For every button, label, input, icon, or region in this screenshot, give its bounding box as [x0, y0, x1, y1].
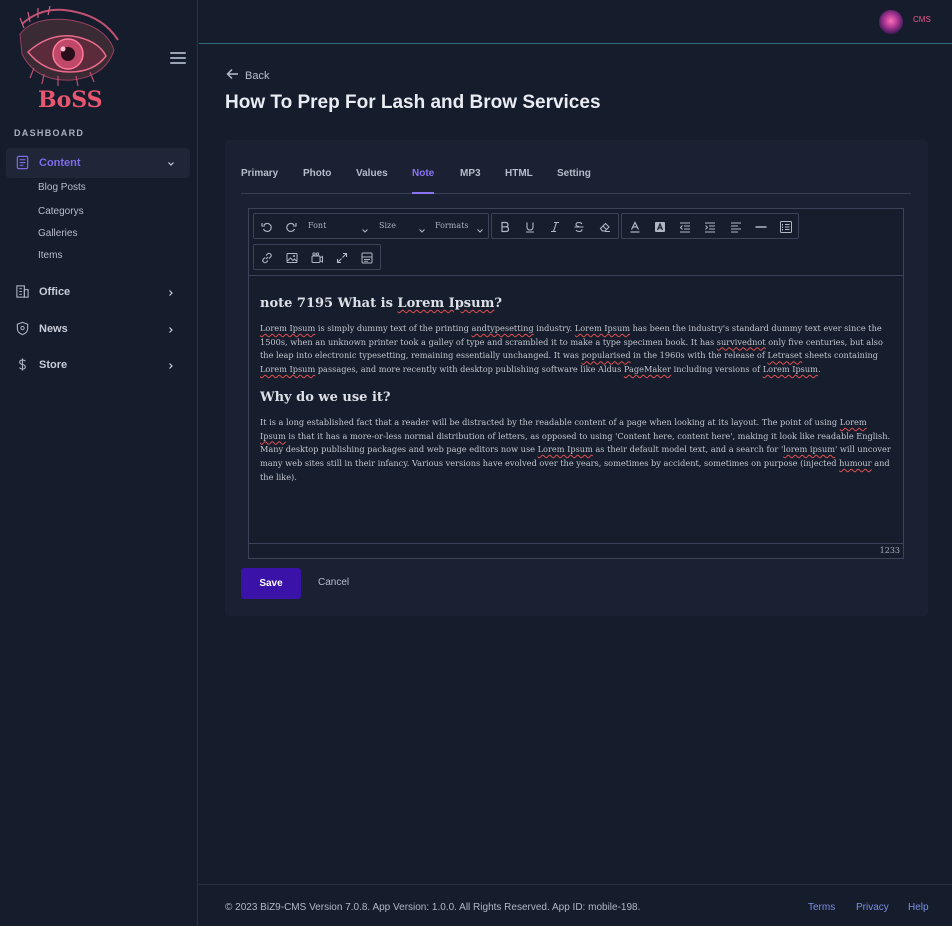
underline-icon[interactable]	[522, 219, 538, 235]
sidebar-subitem-galleries[interactable]: Galleries	[38, 228, 77, 239]
content-paragraph-2: It is a long established fact that a rea…	[260, 416, 891, 482]
svg-text:BoSS: BoSS	[38, 87, 103, 112]
tab-bar: Primary Photo Values Note MP3 HTML Setti…	[241, 168, 911, 194]
page-title: How To Prep For Lash and Brow Services	[225, 92, 601, 113]
rich-text-editor: Font Size Formats note 7195 What is Lore…	[248, 208, 904, 559]
strikethrough-icon[interactable]	[571, 219, 587, 235]
user-menu-label[interactable]: CMS	[913, 15, 931, 24]
edit-card: Primary Photo Values Note MP3 HTML Setti…	[225, 140, 928, 616]
tab-values[interactable]: Values	[356, 168, 388, 194]
sidebar-item-label: News	[39, 323, 68, 335]
footer-link-privacy[interactable]: Privacy	[856, 902, 889, 913]
shield-icon	[15, 321, 30, 341]
formats-select[interactable]: Formats	[435, 221, 468, 230]
toolbar-group-insert	[253, 244, 381, 270]
link-icon[interactable]	[259, 250, 275, 266]
indent-icon[interactable]	[702, 219, 718, 235]
sidebar-subitem-items[interactable]: Items	[38, 250, 62, 261]
bold-icon[interactable]	[497, 219, 513, 235]
editor-content[interactable]: note 7195 What is Lorem Ipsum? Lorem Ips…	[249, 275, 903, 543]
boss-logo[interactable]: BoSS	[14, 5, 126, 113]
chevron-down-icon	[166, 156, 176, 174]
tab-mp3[interactable]: MP3	[460, 168, 481, 194]
toolbar-group-history-format: Font Size Formats	[253, 213, 489, 239]
sidebar-item-label: Store	[39, 359, 68, 371]
document-icon	[15, 155, 30, 175]
fullscreen-icon[interactable]	[334, 250, 350, 266]
sidebar-item-content[interactable]: Content	[6, 148, 190, 178]
chevron-right-icon	[166, 358, 176, 376]
numbered-list-icon[interactable]	[778, 219, 794, 235]
save-button[interactable]: Save	[241, 568, 301, 599]
back-link[interactable]: Back	[226, 68, 269, 83]
text-color-icon[interactable]	[627, 219, 643, 235]
outdent-icon[interactable]	[677, 219, 693, 235]
footer-link-terms[interactable]: Terms	[808, 902, 835, 913]
building-icon	[15, 284, 30, 304]
chevron-right-icon	[166, 285, 176, 303]
chevron-right-icon	[166, 322, 176, 340]
chevron-down-icon	[476, 222, 484, 240]
sidebar-subitem-blog-posts[interactable]: Blog Posts	[38, 182, 86, 193]
sidebar: BoSS DASHBOARD Content Blog Posts Catego…	[0, 0, 198, 926]
eraser-icon[interactable]	[597, 219, 613, 235]
image-icon[interactable]	[284, 250, 300, 266]
tab-html[interactable]: HTML	[505, 168, 533, 194]
arrow-left-icon	[226, 68, 239, 83]
avatar[interactable]	[879, 10, 903, 34]
sidebar-section-label: DASHBOARD	[14, 128, 85, 138]
size-select[interactable]: Size	[379, 221, 396, 230]
italic-icon[interactable]	[547, 219, 563, 235]
footer-link-help[interactable]: Help	[908, 902, 929, 913]
back-label: Back	[245, 69, 270, 82]
sidebar-subitem-categorys[interactable]: Categorys	[38, 206, 84, 217]
top-bar: CMS	[199, 0, 952, 44]
content-heading-2: Why do we use it?	[260, 389, 391, 405]
toolbar-group-text-style	[491, 213, 619, 239]
tab-setting[interactable]: Setting	[557, 168, 591, 194]
editor-statusbar: 1233	[249, 543, 903, 558]
media-icon[interactable]	[309, 250, 325, 266]
align-left-icon[interactable]	[728, 219, 744, 235]
horizontal-rule-icon[interactable]	[753, 219, 769, 235]
content-paragraph-1: Lorem Ipsum is simply dummy text of the …	[260, 323, 883, 375]
sidebar-item-label: Office	[39, 286, 71, 298]
undo-icon[interactable]	[259, 219, 275, 235]
dollar-icon	[15, 357, 30, 377]
sidebar-item-store[interactable]: Store	[6, 352, 190, 378]
menu-toggle-icon[interactable]	[170, 52, 186, 64]
sidebar-item-label: Content	[39, 157, 81, 169]
redo-icon[interactable]	[283, 219, 299, 235]
template-icon[interactable]	[359, 250, 375, 266]
word-count: 1233	[879, 546, 900, 555]
content-heading-1: note 7195 What is Lorem Ipsum?	[260, 296, 502, 311]
toolbar-group-paragraph	[621, 213, 799, 239]
tab-note[interactable]: Note	[412, 168, 435, 194]
copyright-text: © 2023 BiZ9-CMS Version 7.0.8. App Versi…	[225, 902, 641, 913]
tab-photo[interactable]: Photo	[303, 168, 331, 194]
sidebar-item-news[interactable]: News	[6, 316, 190, 342]
sidebar-item-office[interactable]: Office	[6, 279, 190, 305]
background-color-icon[interactable]	[652, 219, 668, 235]
chevron-down-icon	[418, 222, 426, 240]
chevron-down-icon	[361, 222, 369, 240]
cancel-button[interactable]: Cancel	[318, 577, 349, 588]
font-select[interactable]: Font	[308, 221, 326, 230]
footer: © 2023 BiZ9-CMS Version 7.0.8. App Versi…	[199, 884, 952, 926]
tab-primary[interactable]: Primary	[241, 168, 278, 194]
